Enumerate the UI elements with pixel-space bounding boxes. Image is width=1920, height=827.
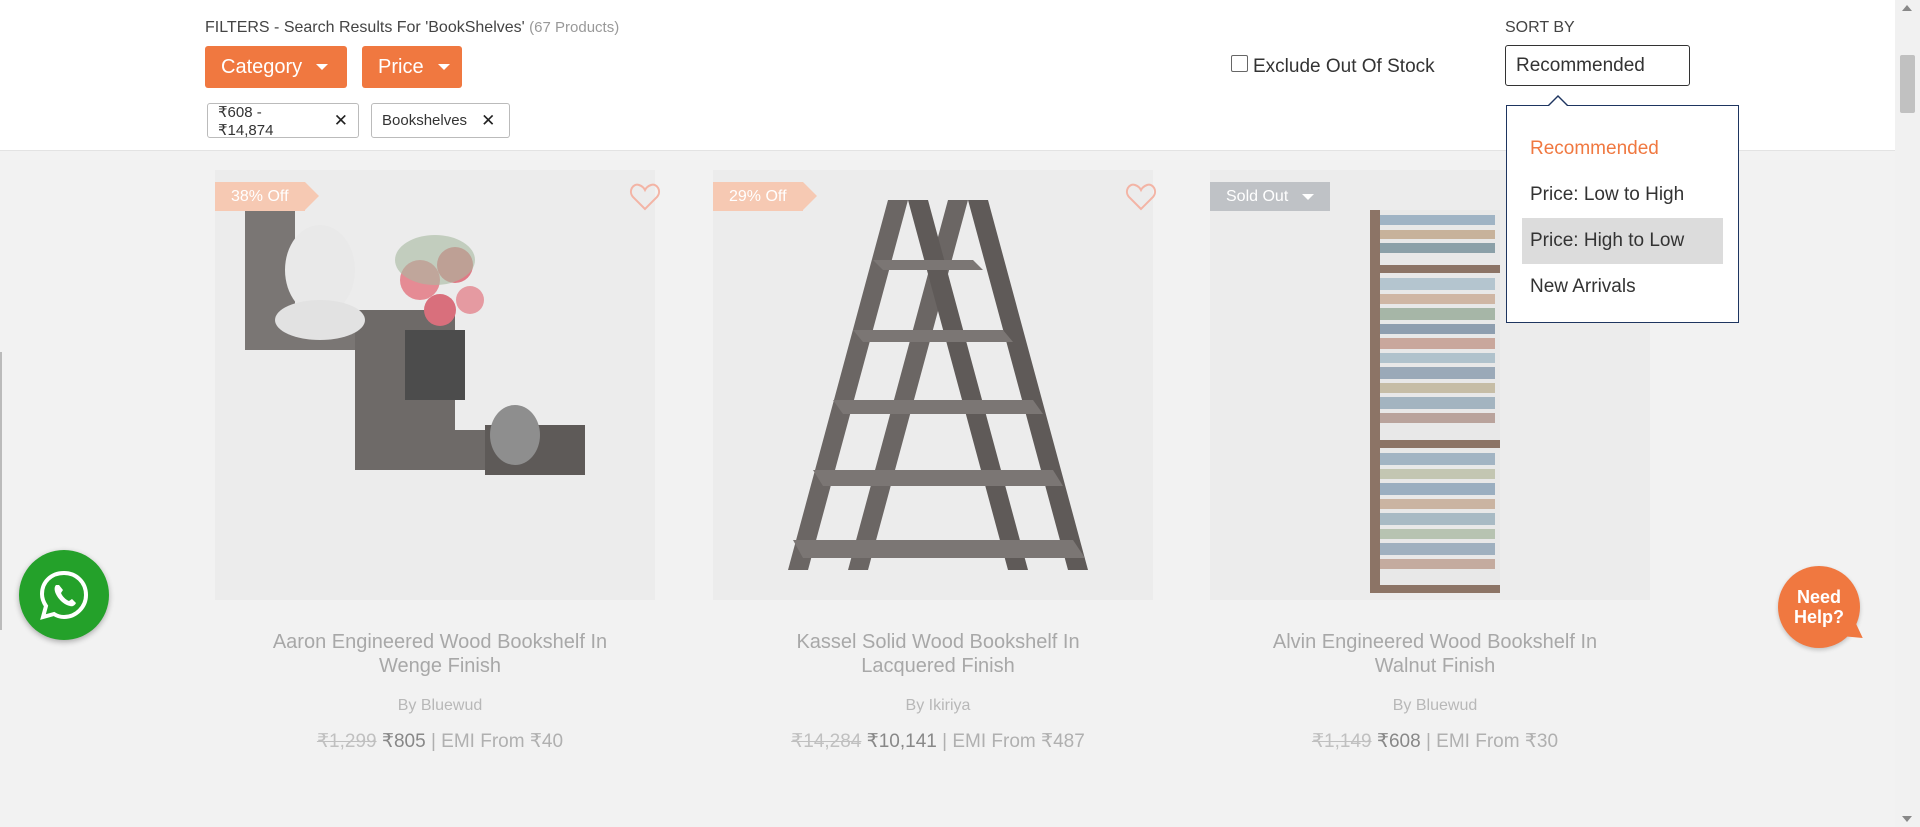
product-card[interactable]: 29% Off Kassel Solid Wood Bookshelf In L… <box>703 152 1173 772</box>
exclude-out-of-stock-label: Exclude Out Of Stock <box>1253 56 1435 77</box>
product-sale-price: ₹805 <box>381 731 426 752</box>
chip-label: Bookshelves <box>382 112 468 129</box>
sort-option-price-low-high[interactable]: Price: Low to High <box>1522 172 1723 218</box>
scroll-up-arrow-icon[interactable] <box>1902 5 1912 11</box>
search-results-heading: FILTERS - Search Results For 'BookShelve… <box>205 19 525 36</box>
discount-badge: 29% Off <box>713 182 816 211</box>
sold-out-badge[interactable]: Sold Out <box>1210 182 1331 211</box>
product-brand: By Ikiriya <box>905 697 971 714</box>
product-emi: | EMI From ₹30 <box>1425 731 1559 752</box>
page-scrollbar[interactable] <box>1895 0 1920 827</box>
need-help-button[interactable]: Need Help? <box>1778 566 1860 648</box>
product-price: ₹14,284 ₹10,141 | EMI From ₹487 <box>703 730 1173 753</box>
caret-down-icon <box>437 64 450 70</box>
page-edge-divider <box>0 352 2 630</box>
product-emi: | EMI From ₹40 <box>430 731 564 752</box>
need-help-line2: Help? <box>1793 607 1844 627</box>
caret-down-icon <box>316 64 329 70</box>
caret-down-icon <box>1302 193 1315 200</box>
product-mrp: ₹14,284 <box>791 731 862 752</box>
product-mrp: ₹1,299 <box>316 731 377 752</box>
product-sale-price: ₹10,141 <box>866 731 937 752</box>
category-filter-label: Category <box>221 55 303 78</box>
exclude-out-of-stock-checkbox[interactable] <box>1231 54 1248 72</box>
sort-option-price-high-low[interactable]: Price: High to Low <box>1522 218 1723 264</box>
product-title[interactable]: Aaron Engineered Wood Bookshelf In Wenge… <box>205 630 675 678</box>
category-chip: Bookshelves ✕ <box>371 103 510 138</box>
product-brand: By Bluewud <box>1392 697 1478 714</box>
product-card[interactable]: 38% Off Aaron Engineered Wood Bookshelf … <box>205 152 675 772</box>
price-filter-label: Price <box>378 55 424 78</box>
scroll-down-arrow-icon[interactable] <box>1902 816 1912 822</box>
product-sale-price: ₹608 <box>1376 731 1421 752</box>
product-price: ₹1,149 ₹608 | EMI From ₹30 <box>1200 730 1670 753</box>
need-help-line1: Need <box>1796 587 1841 607</box>
wishlist-heart-icon[interactable] <box>1125 182 1157 212</box>
product-brand: By Bluewud <box>397 697 483 714</box>
chip-label: ₹608 - ₹14,874 <box>218 103 274 139</box>
sort-dropdown-menu: Recommended Price: Low to High Price: Hi… <box>1506 95 1739 323</box>
category-filter-button[interactable]: Category <box>205 46 347 88</box>
remove-chip-icon[interactable]: ✕ <box>481 111 495 131</box>
whatsapp-icon <box>39 570 89 620</box>
remove-chip-icon[interactable]: ✕ <box>334 111 348 131</box>
exclude-out-of-stock[interactable]: Exclude Out Of Stock <box>1231 54 1435 78</box>
product-image[interactable] <box>713 170 1153 600</box>
discount-badge: 38% Off <box>215 182 318 211</box>
wishlist-heart-icon[interactable] <box>629 182 661 212</box>
price-range-chip: ₹608 - ₹14,874 ✕ <box>207 103 359 139</box>
sort-option-new-arrivals[interactable]: New Arrivals <box>1522 264 1723 310</box>
filter-heading: FILTERS - Search Results For 'BookShelve… <box>205 19 619 37</box>
product-image[interactable] <box>215 170 655 600</box>
product-price: ₹1,299 ₹805 | EMI From ₹40 <box>205 730 675 753</box>
whatsapp-chat-button[interactable] <box>19 550 109 640</box>
sold-out-label: Sold Out <box>1226 187 1289 205</box>
product-emi: | EMI From ₹487 <box>942 731 1085 752</box>
product-title[interactable]: Alvin Engineered Wood Bookshelf In Walnu… <box>1200 630 1670 678</box>
sort-by-label: SORT BY <box>1505 19 1575 36</box>
sort-option-recommended[interactable]: Recommended <box>1522 126 1723 172</box>
sort-select[interactable]: Recommended <box>1505 45 1690 86</box>
product-count: (67 Products) <box>529 19 620 36</box>
scrollbar-thumb[interactable] <box>1900 55 1915 113</box>
product-mrp: ₹1,149 <box>1311 731 1372 752</box>
product-title[interactable]: Kassel Solid Wood Bookshelf In Lacquered… <box>703 630 1173 678</box>
price-filter-button[interactable]: Price <box>362 46 462 88</box>
